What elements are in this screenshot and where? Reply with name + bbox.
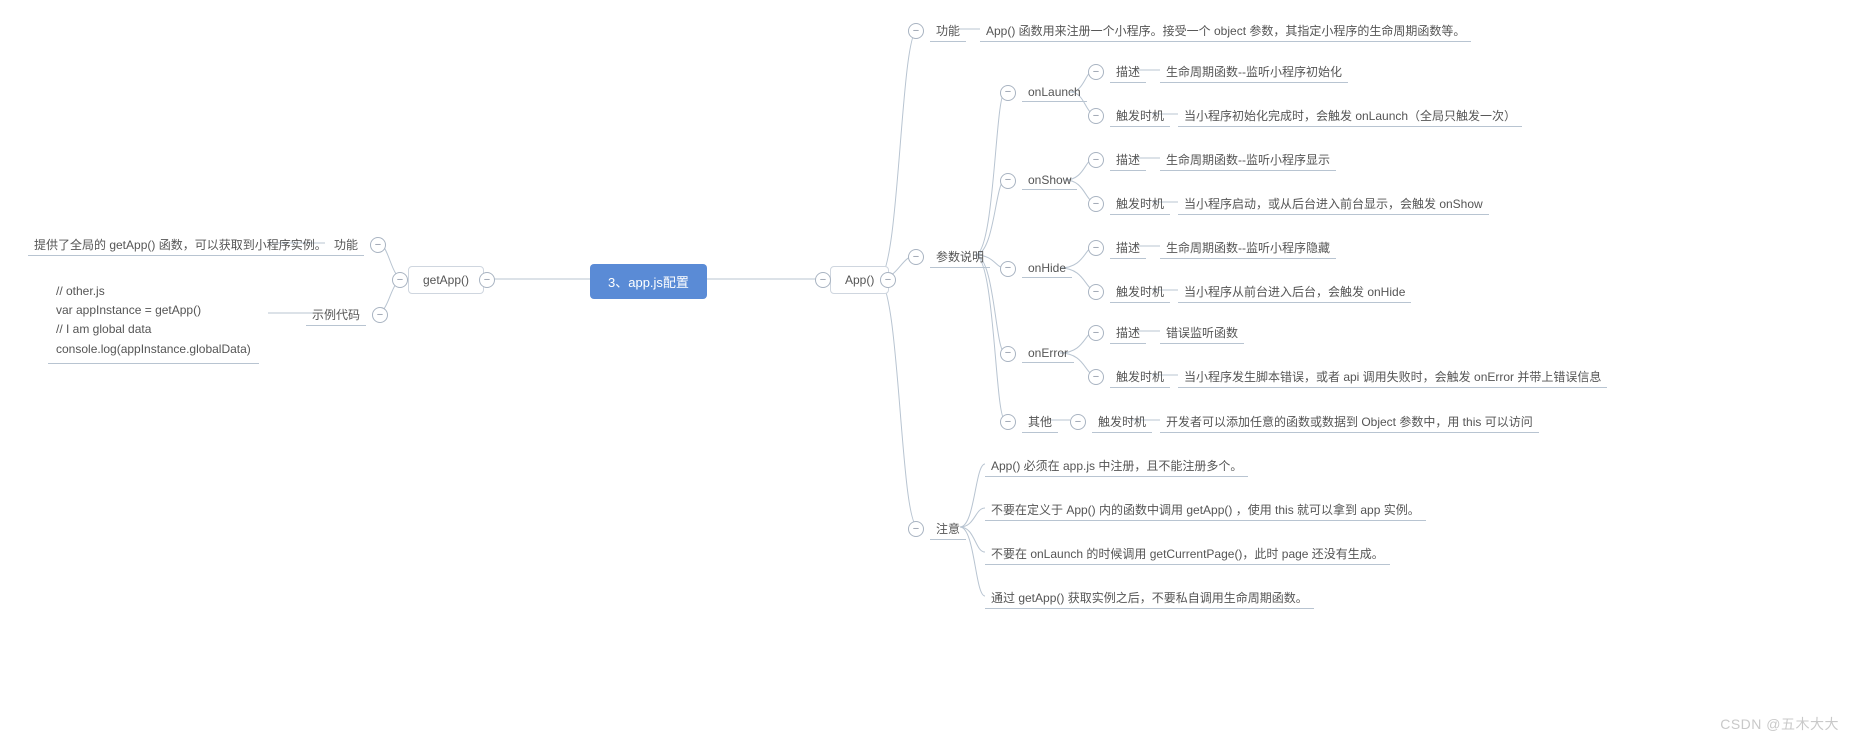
node-getapp-sample[interactable]: − 示例代码: [306, 304, 388, 326]
toggle-icon[interactable]: −: [370, 237, 386, 253]
toggle-icon[interactable]: −: [880, 272, 896, 288]
toggle-icon[interactable]: −: [1000, 414, 1016, 430]
node-onerror[interactable]: −onError: [1000, 344, 1074, 363]
toggle-icon[interactable]: −: [1000, 261, 1016, 277]
label: 注意: [930, 518, 966, 540]
label: 触发时机: [1110, 366, 1170, 388]
leaf: 错误监听函数: [1160, 322, 1244, 344]
node-onhide[interactable]: −onHide: [1000, 259, 1072, 278]
label: onLaunch: [1022, 83, 1087, 102]
node-app-func[interactable]: − 功能: [908, 20, 966, 42]
leaf: 生命周期函数--监听小程序显示: [1160, 149, 1336, 171]
node-getapp-label: getApp(): [423, 273, 469, 287]
node-other[interactable]: −其他: [1000, 411, 1058, 433]
node-onshow[interactable]: −onShow: [1000, 171, 1077, 190]
toggle-icon[interactable]: −: [1088, 196, 1104, 212]
node-onlaunch-desc[interactable]: −描述: [1088, 61, 1146, 83]
label: 描述: [1110, 61, 1146, 83]
leaf-notice-0: App() 必须在 app.js 中注册，且不能注册多个。: [985, 455, 1248, 477]
label: 参数说明: [930, 246, 990, 268]
toggle-icon[interactable]: −: [908, 23, 924, 39]
node-onshow-timing[interactable]: −触发时机: [1088, 193, 1170, 215]
node-onerror-timing[interactable]: −触发时机: [1088, 366, 1170, 388]
leaf: 当小程序发生脚本错误，或者 api 调用失败时，会触发 onError 并带上错…: [1178, 366, 1607, 388]
toggle-icon[interactable]: −: [1000, 173, 1016, 189]
toggle-icon[interactable]: −: [1070, 414, 1086, 430]
label: 触发时机: [1110, 105, 1170, 127]
node-other-timing[interactable]: −触发时机: [1070, 411, 1152, 433]
label: onHide: [1022, 259, 1072, 278]
leaf-getapp-func-desc: 提供了全局的 getApp() 函数，可以获取到小程序实例。: [28, 234, 333, 256]
leaf-notice-3: 通过 getApp() 获取实例之后，不要私自调用生命周期函数。: [985, 587, 1314, 609]
toggle-icon[interactable]: −: [1088, 369, 1104, 385]
leaf: 生命周期函数--监听小程序隐藏: [1160, 237, 1336, 259]
leaf: 当小程序从前台进入后台，会触发 onHide: [1178, 281, 1411, 303]
label: 功能: [328, 234, 364, 256]
toggle-icon[interactable]: −: [392, 272, 408, 288]
node-notice[interactable]: −注意: [908, 518, 966, 540]
toggle-icon[interactable]: −: [372, 307, 388, 323]
node-onlaunch-timing[interactable]: −触发时机: [1088, 105, 1170, 127]
toggle-icon[interactable]: −: [1088, 64, 1104, 80]
leaf: 生命周期函数--监听小程序初始化: [1160, 61, 1348, 83]
label: 其他: [1022, 411, 1058, 433]
node-onerror-desc[interactable]: −描述: [1088, 322, 1146, 344]
label: onError: [1022, 344, 1074, 363]
leaf-getapp-sample-code: // other.js var appInstance = getApp() /…: [48, 278, 259, 364]
toggle-icon[interactable]: −: [1000, 85, 1016, 101]
label: 触发时机: [1110, 193, 1170, 215]
toggle-icon[interactable]: −: [1088, 108, 1104, 124]
node-getapp[interactable]: getApp(): [408, 266, 484, 294]
label: 触发时机: [1092, 411, 1152, 433]
toggle-icon[interactable]: −: [1088, 152, 1104, 168]
label: 示例代码: [306, 304, 366, 326]
leaf-notice-1: 不要在定义于 App() 内的函数中调用 getApp() ，使用 this 就…: [985, 499, 1426, 521]
leaf: 当小程序初始化完成时，会触发 onLaunch（全局只触发一次）: [1178, 105, 1522, 127]
root-label: 3、app.js配置: [608, 275, 689, 290]
leaf: 开发者可以添加任意的函数或数据到 Object 参数中，用 this 可以访问: [1160, 411, 1539, 433]
mindmap-canvas: 3、app.js配置 getApp() − − − 功能 提供了全局的 getA…: [0, 0, 1857, 742]
node-app-label: App(): [845, 273, 874, 287]
toggle-icon[interactable]: −: [1088, 284, 1104, 300]
node-app-params[interactable]: − 参数说明: [908, 246, 990, 268]
leaf: 当小程序启动，或从后台进入前台显示，会触发 onShow: [1178, 193, 1489, 215]
toggle-icon[interactable]: −: [479, 272, 495, 288]
toggle-icon[interactable]: −: [815, 272, 831, 288]
node-onhide-desc[interactable]: −描述: [1088, 237, 1146, 259]
leaf-notice-2: 不要在 onLaunch 的时候调用 getCurrentPage()，此时 p…: [985, 543, 1390, 565]
label: 描述: [1110, 237, 1146, 259]
toggle-icon[interactable]: −: [908, 249, 924, 265]
label: 功能: [930, 20, 966, 42]
label: 触发时机: [1110, 281, 1170, 303]
toggle-icon[interactable]: −: [1088, 325, 1104, 341]
node-getapp-func[interactable]: − 功能: [328, 234, 386, 256]
toggle-icon[interactable]: −: [908, 521, 924, 537]
root-node[interactable]: 3、app.js配置: [590, 264, 707, 299]
label: 描述: [1110, 149, 1146, 171]
watermark: CSDN @五木大大: [1720, 714, 1839, 734]
toggle-icon[interactable]: −: [1000, 346, 1016, 362]
node-onshow-desc[interactable]: −描述: [1088, 149, 1146, 171]
label: 描述: [1110, 322, 1146, 344]
label: onShow: [1022, 171, 1077, 190]
node-onhide-timing[interactable]: −触发时机: [1088, 281, 1170, 303]
leaf-app-func-desc: App() 函数用来注册一个小程序。接受一个 object 参数，其指定小程序的…: [980, 20, 1471, 42]
node-onlaunch[interactable]: −onLaunch: [1000, 83, 1087, 102]
toggle-icon[interactable]: −: [1088, 240, 1104, 256]
